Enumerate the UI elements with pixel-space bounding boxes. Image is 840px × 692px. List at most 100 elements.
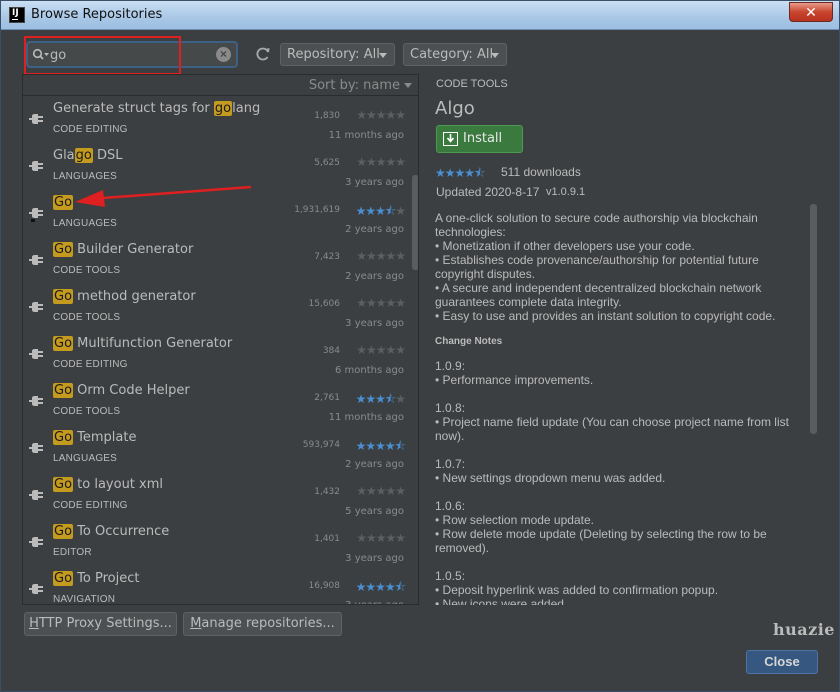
repository-filter-dropdown[interactable]: Repository: All xyxy=(280,43,395,66)
plugin-rating-stars: ★★★⯪★ xyxy=(355,204,406,218)
name-suffix: Template xyxy=(73,430,137,445)
plugin-name: Go To Occurrence xyxy=(53,524,169,539)
plugin-name: Go Multifunction Generator xyxy=(53,336,232,351)
plugin-row[interactable]: Go To Project NAVIGATION 16,908 ★★★★⯪ 3 year… xyxy=(23,567,410,605)
detail-updated: Updated 2020-8-17 xyxy=(436,185,540,199)
plugin-row[interactable]: Generate struct tags for golang CODE EDIT… xyxy=(23,97,410,144)
intellij-app-icon xyxy=(9,7,25,23)
chevron-down-icon xyxy=(491,53,499,58)
name-suffix: Builder Generator xyxy=(73,242,194,257)
plugin-category: NAVIGATION xyxy=(53,594,116,605)
window-close-button[interactable]: ✕ xyxy=(789,2,833,22)
search-highlight: go xyxy=(74,148,93,163)
plugin-icon xyxy=(29,302,43,312)
plugin-row[interactable]: Go Template LANGUAGES 593,974 ★★★★⯪ 2 years … xyxy=(23,426,410,473)
plugin-icon xyxy=(29,349,43,359)
description-line: • A secure and independent decentralized… xyxy=(435,281,762,309)
search-input[interactable] xyxy=(50,46,210,64)
list-scrollbar-thumb[interactable] xyxy=(412,175,418,270)
search-highlight: go xyxy=(213,101,233,116)
name-suffix: Orm Code Helper xyxy=(73,383,190,398)
plugin-downloads: 1,401 xyxy=(314,534,340,544)
plugin-category: CODE TOOLS xyxy=(53,312,121,323)
plugin-name: Go xyxy=(53,195,74,210)
name-suffix: method generator xyxy=(73,289,196,304)
plugin-date: 3 years ago xyxy=(345,600,404,604)
refresh-icon[interactable] xyxy=(253,44,273,64)
description-line: • Easy to use and provides an instant so… xyxy=(435,309,776,323)
plugin-icon xyxy=(29,208,43,222)
search-highlight: Go xyxy=(53,336,74,351)
plugin-rating-stars: ★★★★★ xyxy=(356,484,406,498)
proxy-mnemonic: H xyxy=(29,616,39,631)
plugin-name: Go Orm Code Helper xyxy=(53,383,190,398)
http-proxy-settings-button[interactable]: HTTP Proxy Settings... xyxy=(24,612,177,636)
plugin-category: CODE TOOLS xyxy=(53,406,121,417)
name-prefix: Gla xyxy=(53,148,75,163)
change-notes-title: Change Notes xyxy=(435,336,503,347)
close-button[interactable]: Close xyxy=(746,650,818,674)
plugin-category: CODE EDITING xyxy=(53,500,128,511)
change-note-line: • Project name field update (You can cho… xyxy=(435,415,789,443)
plugin-icon xyxy=(29,114,43,124)
search-field[interactable]: × xyxy=(26,41,238,68)
change-notes: 1.0.9: • Performance improvements. 1.0.8: •… xyxy=(435,359,795,605)
plugin-rating-stars: ★★★★★ xyxy=(356,155,406,169)
plugin-date: 6 months ago xyxy=(335,365,404,376)
plugin-row[interactable]: Go To Occurrence EDITOR 1,401 ★★★★★ 3 years … xyxy=(23,520,410,567)
plugin-category: CODE TOOLS xyxy=(53,265,121,276)
proxy-label: TTP Proxy Settings... xyxy=(38,616,172,631)
plugin-date: 5 years ago xyxy=(345,506,404,517)
plugin-row[interactable]: Go method generator CODE TOOLS 15,606 ★★★★★… xyxy=(23,285,410,332)
sort-by-dropdown[interactable]: Sort by: name xyxy=(309,78,412,93)
plugin-downloads: 16,908 xyxy=(308,581,341,591)
category-filter-dropdown[interactable]: Category: All xyxy=(403,43,507,66)
window-title: Browse Repositories xyxy=(31,7,163,22)
install-label: Install xyxy=(463,131,503,146)
description-line: • Monetization if other developers use y… xyxy=(435,239,695,253)
plugin-icon xyxy=(29,537,43,547)
plugin-row[interactable]: Go Multifunction Generator CODE EDITING 38… xyxy=(23,332,410,379)
plugin-name: Glago DSL xyxy=(53,148,123,163)
clear-search-icon[interactable]: × xyxy=(216,47,231,62)
plugin-row[interactable]: Go to layout xml CODE EDITING 1,432 ★★★★★ 5 … xyxy=(23,473,410,520)
plugin-icon xyxy=(29,490,43,500)
change-note-version: 1.0.5: xyxy=(435,569,466,583)
manage-mnemonic: M xyxy=(190,616,202,631)
plugin-rating-stars: ★★★⯪★ xyxy=(355,392,406,406)
detail-category: CODE TOOLS xyxy=(436,78,508,90)
plugin-row[interactable]: Go Orm Code Helper CODE TOOLS 2,761 ★★★⯪★ 11… xyxy=(23,379,410,426)
title-bar: Browse Repositories ✕ xyxy=(1,1,839,30)
plugin-category: LANGUAGES xyxy=(53,453,118,464)
detail-rating-stars: ★★★★⯪ xyxy=(435,166,485,180)
manage-repositories-button[interactable]: Manage repositories... xyxy=(183,612,342,636)
plugin-row[interactable]: Go LANGUAGES 1,931,619 ★★★⯪★ 2 years ago xyxy=(23,191,410,238)
plugin-category: LANGUAGES xyxy=(53,218,118,229)
plugin-name: Go To Project xyxy=(53,571,139,586)
plugin-date: 2 years ago xyxy=(345,224,404,235)
plugin-name: Generate struct tags for golang xyxy=(53,101,260,116)
plugin-downloads: 5,625 xyxy=(314,158,340,168)
plugin-row[interactable]: Glago DSL LANGUAGES 5,625 ★★★★★ 3 years ago xyxy=(23,144,410,191)
change-note-line: • Deposit hyperlink was added to confirm… xyxy=(435,583,719,597)
plugin-downloads: 384 xyxy=(322,346,340,356)
plugin-date: 3 years ago xyxy=(345,177,404,188)
plugin-downloads: 1,432 xyxy=(314,487,340,497)
change-note-version: 1.0.8: xyxy=(435,401,466,415)
plugin-row[interactable]: Go Builder Generator CODE TOOLS 7,423 ★★★★★… xyxy=(23,238,410,285)
install-button[interactable]: Install xyxy=(436,125,523,153)
plugin-rating-stars: ★★★★★ xyxy=(356,343,406,357)
name-prefix: Generate struct tags for xyxy=(53,101,214,116)
plugin-rating-stars: ★★★★★ xyxy=(356,108,406,122)
chevron-down-icon xyxy=(404,83,412,88)
detail-title: Algo xyxy=(435,98,475,119)
plugin-icon xyxy=(29,584,43,594)
plugin-date: 2 years ago xyxy=(345,271,404,282)
plugin-name: Go Template xyxy=(53,430,136,445)
detail-scrollbar-thumb[interactable] xyxy=(810,204,817,434)
search-highlight: Go xyxy=(53,289,74,304)
search-highlight: Go xyxy=(53,430,74,445)
search-icon[interactable] xyxy=(32,48,50,62)
plugin-downloads: 2,761 xyxy=(314,393,340,403)
search-highlight: Go xyxy=(53,383,74,398)
